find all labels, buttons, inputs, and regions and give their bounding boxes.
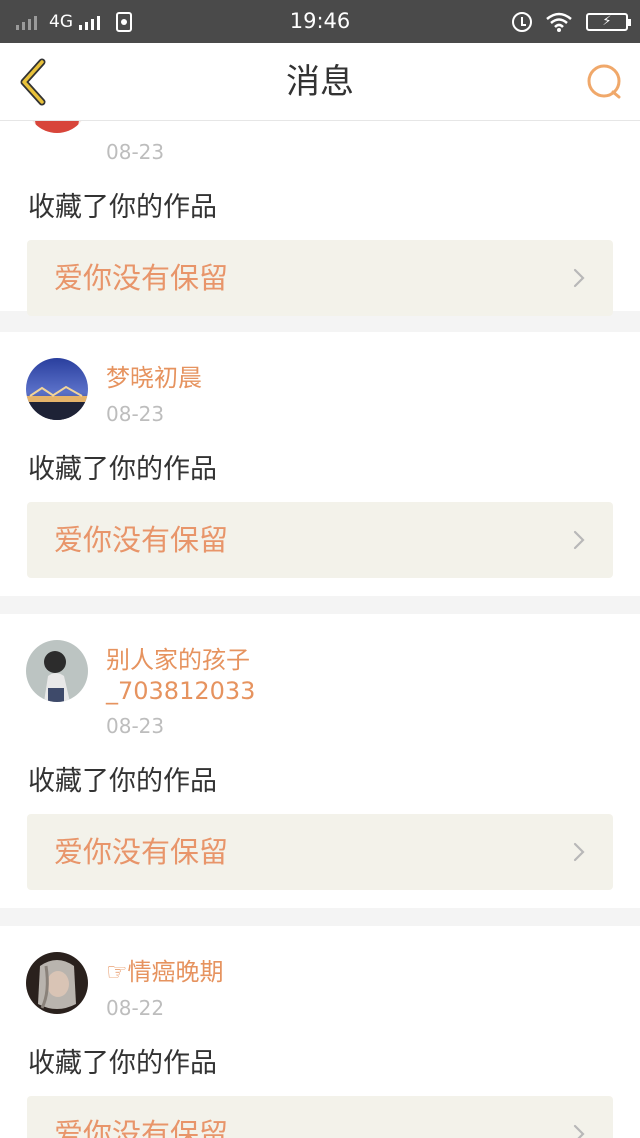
message-date: 08-22 <box>106 996 165 1020</box>
work-link[interactable]: 爱你没有保留 <box>27 814 613 890</box>
battery-charging-icon: ⚡ <box>586 12 631 31</box>
message-action: 收藏了你的作品 <box>28 454 217 485</box>
chevron-right-icon <box>573 842 585 862</box>
work-title: 爱你没有保留 <box>54 523 229 557</box>
message-action: 收藏了你的作品 <box>28 1048 217 1079</box>
message-action: 收藏了你的作品 <box>28 192 217 223</box>
avatar[interactable] <box>26 952 88 1014</box>
nav-bar: 消息 <box>0 43 640 121</box>
page-title: 消息 <box>286 62 354 102</box>
chevron-right-icon <box>573 268 585 288</box>
list-item[interactable]: 08-23 收藏了你的作品 爱你没有保留 <box>0 121 640 316</box>
work-link[interactable]: 爱你没有保留 <box>27 240 613 316</box>
avatar[interactable] <box>26 358 88 420</box>
list-item[interactable]: ☞情癌晚期 08-22 收藏了你的作品 爱你没有保留 <box>0 926 640 1138</box>
status-bar: 4G 19:46 ⚡ <box>0 0 640 43</box>
list-item[interactable]: 别人家的孩子 _703812033 08-23 收藏了你的作品 爱你没有保留 <box>0 614 640 908</box>
work-link[interactable]: 爱你没有保留 <box>27 502 613 578</box>
list-item[interactable]: 梦晓初晨 08-23 收藏了你的作品 爱你没有保留 <box>0 332 640 596</box>
status-right: ⚡ <box>512 0 631 43</box>
work-link[interactable]: 爱你没有保留 <box>27 1096 613 1138</box>
message-date: 08-23 <box>106 140 165 164</box>
username[interactable]: 梦晓初晨 <box>106 363 202 394</box>
message-list[interactable]: 08-23 收藏了你的作品 爱你没有保留 梦晓初晨 08-23 收藏了你的作品 … <box>0 121 640 1138</box>
message-date: 08-23 <box>106 402 165 426</box>
avatar[interactable] <box>26 640 88 702</box>
chevron-right-icon <box>573 530 585 550</box>
username-line: 别人家的孩子 <box>106 646 250 674</box>
wifi-icon <box>546 12 572 32</box>
avatar[interactable] <box>26 121 88 133</box>
search-icon[interactable] <box>586 63 624 101</box>
message-date: 08-23 <box>106 714 165 738</box>
work-title: 爱你没有保留 <box>54 1117 229 1138</box>
work-title: 爱你没有保留 <box>54 835 229 869</box>
chevron-right-icon <box>573 1124 585 1138</box>
message-action: 收藏了你的作品 <box>28 766 217 797</box>
alarm-icon <box>512 11 532 32</box>
username[interactable]: ☞情癌晚期 <box>106 957 224 988</box>
work-title: 爱你没有保留 <box>54 261 229 295</box>
username-line: _703812033 <box>106 677 256 705</box>
username[interactable]: 别人家的孩子 _703812033 <box>106 645 255 707</box>
